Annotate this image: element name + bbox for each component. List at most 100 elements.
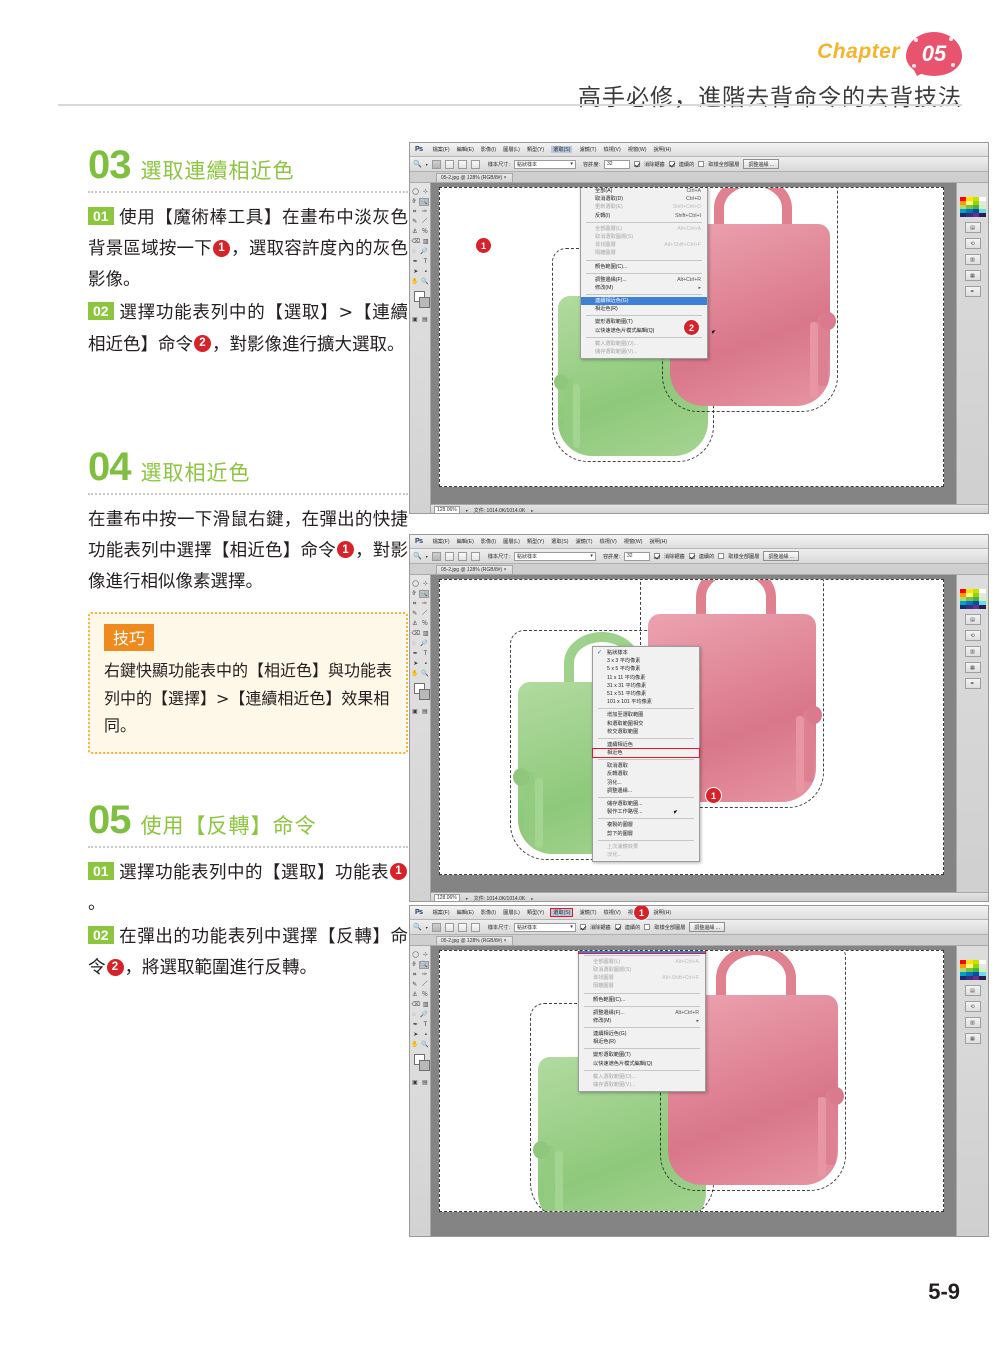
toolbox[interactable]: ◯ ⊹ ϑ 🔍 ⌗ ✑ ✎ ／ ⚓ ％ ⌫ ▥ ◌ 🔎 ✒ T ➤ ▪ ✋ 🔍 ▣ ▤ — [410, 946, 431, 1236]
layers-panel-icon[interactable]: ▥ — [964, 1017, 981, 1028]
type-tool-icon[interactable]: T — [423, 1022, 427, 1028]
menu-item[interactable]: 調整邊緣... — [593, 787, 699, 795]
document-tab[interactable]: 05-2.jpg @ 128% (RGB/8#) × — [436, 565, 513, 574]
screen-mode-icon[interactable]: ▤ — [422, 317, 428, 323]
pen-tool-icon[interactable]: ✒ — [413, 259, 418, 265]
lasso-tool-icon[interactable]: ϑ — [412, 962, 415, 968]
menu-item-similar[interactable]: 相近色 — [592, 748, 700, 759]
magic-wand-icon[interactable]: 🔍 — [413, 923, 422, 931]
menu-bar[interactable]: Ps 檔案(F) 編輯(E) 影像(I) 圖層(L) 類型(Y) 選取(S) 濾… — [410, 535, 988, 549]
brush-tool-icon[interactable]: ／ — [422, 219, 428, 225]
menu-item[interactable]: 變形選取範圍(T) — [579, 1051, 705, 1059]
pen-tool-icon[interactable]: ✒ — [413, 1022, 418, 1028]
document-canvas[interactable]: 全部(A)Ctrl+A 取消選取(D)Ctrl+D 重新選取(E)Shift+C… — [439, 950, 944, 1212]
chevron-down-icon[interactable]: ▾ — [466, 508, 468, 513]
document-tab[interactable]: 05-2.jpg @ 128% (RGB/8#) × — [436, 173, 513, 182]
menu-type[interactable]: 類型(Y) — [527, 538, 544, 545]
new-selection-button[interactable] — [431, 922, 441, 932]
menu-item[interactable]: 11 x 11 平均像素 — [593, 674, 699, 682]
menu-item-grow[interactable]: 連續相近色(G) — [579, 1030, 705, 1038]
menu-image[interactable]: 影像(I) — [481, 146, 496, 153]
zoom-level[interactable]: 128.06% — [434, 506, 460, 513]
options-bar[interactable]: 🔍 ▾ 樣本尺寸: 點狀樣本 ▾ 容許度: 32 消除鋸齒 連續的 取樣全部圖層 … — [410, 157, 988, 172]
paths-panel-icon[interactable]: ✒ — [964, 678, 981, 689]
menu-item[interactable]: 增加至選取範圍 — [593, 711, 699, 719]
status-arrow-icon[interactable]: ▸ — [531, 508, 533, 513]
menu-window[interactable]: 視窗(W) — [628, 146, 647, 153]
options-bar[interactable]: 🔍 ▾ 樣本尺寸: 點狀樣本 ▾ 容許度: 32 消除鋸齒 連續的 取樣全部圖層 … — [410, 549, 988, 564]
menu-item[interactable]: 儲存選取範圍... — [593, 800, 699, 808]
antialias-checkbox[interactable] — [653, 553, 660, 559]
crop-tool-icon[interactable]: ⌗ — [413, 972, 416, 978]
eyedropper-tool-icon[interactable]: ✑ — [422, 972, 427, 978]
right-panel-dock[interactable]: ▤ ⟲ ▥ ▦ ✒ — [956, 183, 988, 513]
zoom-tool-icon[interactable]: 🔍 — [421, 1042, 428, 1048]
menu-view[interactable]: 檢視(V) — [603, 146, 620, 153]
menu-item[interactable]: 調整邊緣(F)... Alt+Ctrl+R — [581, 276, 707, 284]
document-canvas[interactable]: 全部(A)Ctrl+A 取消選取(D)Ctrl+D 重新選取(E)Shift+C… — [439, 187, 944, 487]
zoom-tool-icon[interactable]: 🔍 — [421, 671, 428, 677]
all-layers-checkbox[interactable] — [698, 161, 705, 167]
menu-item[interactable]: 5 x 5 平均像素 — [593, 665, 699, 673]
screen-mode-icon[interactable]: ▤ — [422, 709, 428, 715]
marquee-tool-icon[interactable]: ◯ — [412, 952, 419, 958]
eyedropper-tool-icon[interactable]: ✑ — [422, 601, 427, 607]
menu-item[interactable]: 羽化... — [593, 779, 699, 787]
lasso-tool-icon[interactable]: ϑ — [412, 591, 415, 597]
chevron-down-icon[interactable]: ▾ — [466, 896, 468, 901]
background-color-swatch[interactable] — [419, 297, 430, 308]
right-panel-dock[interactable]: ▤ ⟲ ▥ ▦ — [956, 946, 988, 1236]
gradient-tool-icon[interactable]: ▥ — [423, 631, 429, 637]
menu-type[interactable]: 類型(Y) — [527, 909, 544, 916]
menu-item[interactable]: 31 x 31 平均像素 — [593, 682, 699, 690]
menu-item[interactable]: 3 x 3 平均像素 — [593, 657, 699, 665]
hand-tool-icon[interactable]: ✋ — [411, 279, 418, 285]
path-selection-tool-icon[interactable]: ➤ — [413, 661, 418, 667]
menu-item-point-sample[interactable]: ✓ 點狀樣本 — [593, 649, 699, 657]
options-bar[interactable]: 🔍 ▾ 樣本尺寸: 點狀樣本 ▾ 消除鋸齒 連續的 取樣全部圖層 調整邊緣 ... — [410, 920, 988, 935]
dodge-tool-icon[interactable]: 🔎 — [420, 1012, 427, 1018]
channels-panel-icon[interactable]: ▦ — [964, 662, 981, 673]
quick-mask-icon[interactable]: ▣ — [412, 317, 418, 323]
gradient-tool-icon[interactable]: ▥ — [423, 239, 429, 245]
menu-filter[interactable]: 濾鏡(T) — [575, 538, 592, 545]
contiguous-checkbox[interactable] — [688, 553, 695, 559]
history-brush-tool-icon[interactable]: ％ — [422, 992, 428, 998]
hand-tool-icon[interactable]: ✋ — [411, 671, 418, 677]
tolerance-input[interactable]: 32 — [603, 159, 630, 169]
navigator-panel-icon[interactable]: ▤ — [964, 985, 981, 996]
intersect-selection-button[interactable] — [470, 159, 480, 169]
document-tab[interactable]: 05-2.jpg @ 128% (RGB/8#) × — [436, 936, 513, 945]
navigator-panel-icon[interactable]: ▤ — [964, 222, 981, 233]
swatches-panel[interactable] — [959, 197, 986, 217]
menu-bar[interactable]: Ps 檔案(F) 編輯(E) 影像(I) 圖層(L) 類型(Y) 選取(S) 濾… — [410, 143, 988, 157]
contiguous-checkbox[interactable] — [668, 161, 675, 167]
menu-edit[interactable]: 編輯(E) — [457, 909, 474, 916]
magic-wand-icon[interactable]: 🔍 — [413, 160, 422, 168]
history-panel-icon[interactable]: ⟲ — [964, 630, 981, 641]
close-icon[interactable]: × — [504, 567, 507, 573]
pen-tool-icon[interactable]: ✒ — [413, 651, 418, 657]
canvas-area[interactable]: 全部(A)Ctrl+A 取消選取(D)Ctrl+D 重新選取(E)Shift+C… — [431, 946, 988, 1236]
menu-bar[interactable]: Ps 檔案(F) 編輯(E) 影像(I) 圖層(L) 類型(Y) 選取(S) 濾… — [410, 906, 988, 920]
contiguous-checkbox[interactable] — [614, 924, 621, 930]
add-selection-button[interactable] — [444, 922, 454, 932]
swatches-panel[interactable] — [959, 960, 986, 980]
move-tool-icon[interactable]: ⊹ — [423, 581, 428, 587]
lasso-tool-icon[interactable]: ϑ — [412, 199, 415, 205]
menu-view[interactable]: 檢視(V) — [599, 538, 616, 545]
menu-filter[interactable]: 濾鏡(T) — [579, 146, 596, 153]
eraser-tool-icon[interactable]: ⌫ — [411, 239, 419, 245]
background-color-swatch[interactable] — [419, 689, 430, 700]
menu-item[interactable]: 101 x 101 平均像素 — [593, 698, 699, 706]
canvas-area[interactable]: ✓ 點狀樣本 3 x 3 平均像素 5 x 5 平均像素 11 x 11 平均像素… — [431, 575, 988, 901]
close-icon[interactable]: × — [504, 175, 507, 181]
quick-mask-icon[interactable]: ▣ — [412, 1080, 418, 1086]
tolerance-input[interactable]: 32 — [623, 551, 650, 561]
menu-edit[interactable]: 編輯(E) — [457, 146, 474, 153]
menu-select[interactable]: 選取(S) — [551, 146, 573, 153]
menu-select[interactable]: 選取(S) — [551, 538, 568, 545]
menu-item[interactable]: 反轉選取 — [593, 770, 699, 778]
right-panel-dock[interactable]: ▤ ⟲ ▥ ▦ ✒ — [956, 575, 988, 901]
history-panel-icon[interactable]: ⟲ — [964, 238, 981, 249]
